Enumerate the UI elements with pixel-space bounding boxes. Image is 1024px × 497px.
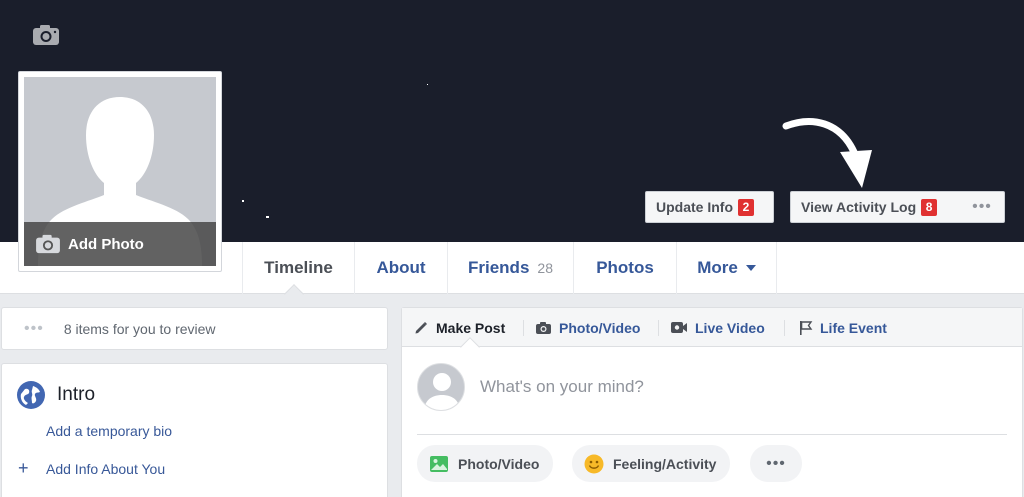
image-icon	[430, 455, 448, 472]
camera-icon[interactable]	[31, 23, 61, 47]
person-silhouette-icon	[424, 373, 460, 410]
activity-log-badge: 8	[921, 198, 938, 216]
cover-speck	[242, 200, 244, 202]
divider	[417, 434, 1007, 435]
update-info-badge: 2	[738, 198, 754, 216]
smiley-icon	[584, 454, 604, 473]
tab-label: More	[697, 258, 738, 277]
intro-card: Intro Add a temporary bio + Add Info Abo…	[1, 363, 388, 497]
more-dots-icon: •••	[24, 319, 44, 337]
divider	[523, 320, 524, 336]
profile-picture[interactable]: Add Photo	[18, 71, 222, 272]
view-activity-log-button[interactable]: View Activity Log 8	[790, 191, 961, 223]
cover-speck	[266, 216, 269, 218]
photo-video-label: Photo/Video	[559, 319, 641, 336]
intro-title: Intro	[57, 384, 96, 405]
tab-about[interactable]: About	[354, 242, 447, 294]
profile-picture-placeholder: Add Photo	[24, 77, 216, 266]
divider	[784, 320, 785, 336]
tab-more[interactable]: More	[676, 242, 777, 294]
review-text: 8 items for you to review	[63, 320, 216, 337]
pencil-icon	[415, 322, 427, 334]
caret-down-icon	[745, 265, 756, 271]
review-items-box[interactable]: ••• 8 items for you to review	[1, 307, 388, 350]
composer-more-button[interactable]: •••	[750, 445, 802, 482]
video-icon	[671, 322, 687, 333]
post-composer: Make Post Photo/Video Live Video Life Ev…	[401, 307, 1023, 497]
avatar	[417, 363, 465, 411]
update-info-button[interactable]: Update Info 2	[645, 191, 774, 223]
photo-video-label: Photo/Video	[458, 455, 540, 472]
tab-friends[interactable]: Friends 28	[447, 242, 573, 294]
photo-video-button[interactable]: Photo/Video	[417, 445, 554, 482]
cover-speck	[427, 84, 428, 85]
add-temporary-bio-link[interactable]: Add a temporary bio	[46, 423, 172, 439]
tab-label: Friends	[468, 258, 530, 277]
live-video-tab[interactable]: Live Video	[670, 308, 765, 347]
life-event-label: Life Event	[820, 319, 887, 336]
make-post-label: Make Post	[436, 319, 506, 336]
add-photo-button[interactable]: Add Photo	[24, 222, 216, 266]
more-dots-icon: •••	[766, 454, 786, 472]
update-info-label: Update Info	[656, 199, 733, 215]
tab-label: About	[376, 258, 426, 277]
globe-icon	[17, 381, 45, 409]
divider	[658, 320, 659, 336]
feeling-activity-button[interactable]: Feeling/Activity	[572, 445, 731, 482]
more-dots-icon: •••	[972, 198, 992, 215]
make-post-tab[interactable]: Make Post	[414, 308, 505, 347]
friends-count: 28	[537, 260, 553, 276]
camera-icon	[536, 321, 551, 334]
tab-timeline[interactable]: Timeline	[242, 242, 354, 294]
tab-label: Photos	[596, 258, 654, 277]
plus-icon: +	[18, 458, 29, 478]
activity-log-label: View Activity Log	[801, 199, 917, 215]
cover-more-button[interactable]: •••	[960, 191, 1005, 223]
feeling-activity-label: Feeling/Activity	[613, 455, 717, 472]
live-video-label: Live Video	[695, 319, 765, 336]
photo-video-tab[interactable]: Photo/Video	[535, 308, 640, 347]
life-event-tab[interactable]: Life Event	[798, 308, 887, 347]
status-input[interactable]: What's on your mind?	[480, 377, 644, 397]
tab-photos[interactable]: Photos	[573, 242, 676, 294]
composer-header: Make Post Photo/Video Live Video Life Ev…	[402, 308, 1022, 347]
curved-arrow-icon	[782, 118, 872, 188]
camera-icon	[36, 234, 60, 254]
tab-label: Timeline	[264, 258, 333, 277]
add-info-link[interactable]: Add Info About You	[46, 461, 165, 477]
add-photo-label: Add Photo	[68, 235, 144, 253]
flag-icon	[800, 320, 813, 335]
